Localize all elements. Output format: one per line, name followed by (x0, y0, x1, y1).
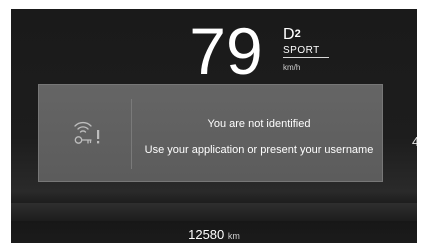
odometer-unit: km (227, 231, 240, 241)
drive-mode: SPORT (283, 45, 320, 56)
instrument-cluster: 79 D2 SPORT km/h 45 You are not identifi… (11, 9, 417, 243)
gear-number: 2 (294, 28, 301, 40)
identification-popup[interactable]: You are not identified Use your applicat… (38, 84, 383, 182)
gear-letter: D (283, 26, 295, 43)
road-band (11, 203, 417, 221)
odometer-value: 12580 (188, 227, 225, 242)
right-gauge-value: 45 (412, 134, 417, 149)
popup-message: Use your application or present your use… (144, 144, 374, 156)
gear-indicator: D2 (283, 26, 301, 44)
wifi-key-alert-icon (74, 121, 100, 144)
drive-mode-divider (283, 57, 329, 58)
speed-value: 79 (189, 14, 263, 88)
odometer: 12580 km (11, 228, 417, 243)
popup-divider (131, 99, 132, 169)
popup-title: You are not identified (207, 118, 311, 130)
speed-unit: km/h (283, 63, 301, 72)
